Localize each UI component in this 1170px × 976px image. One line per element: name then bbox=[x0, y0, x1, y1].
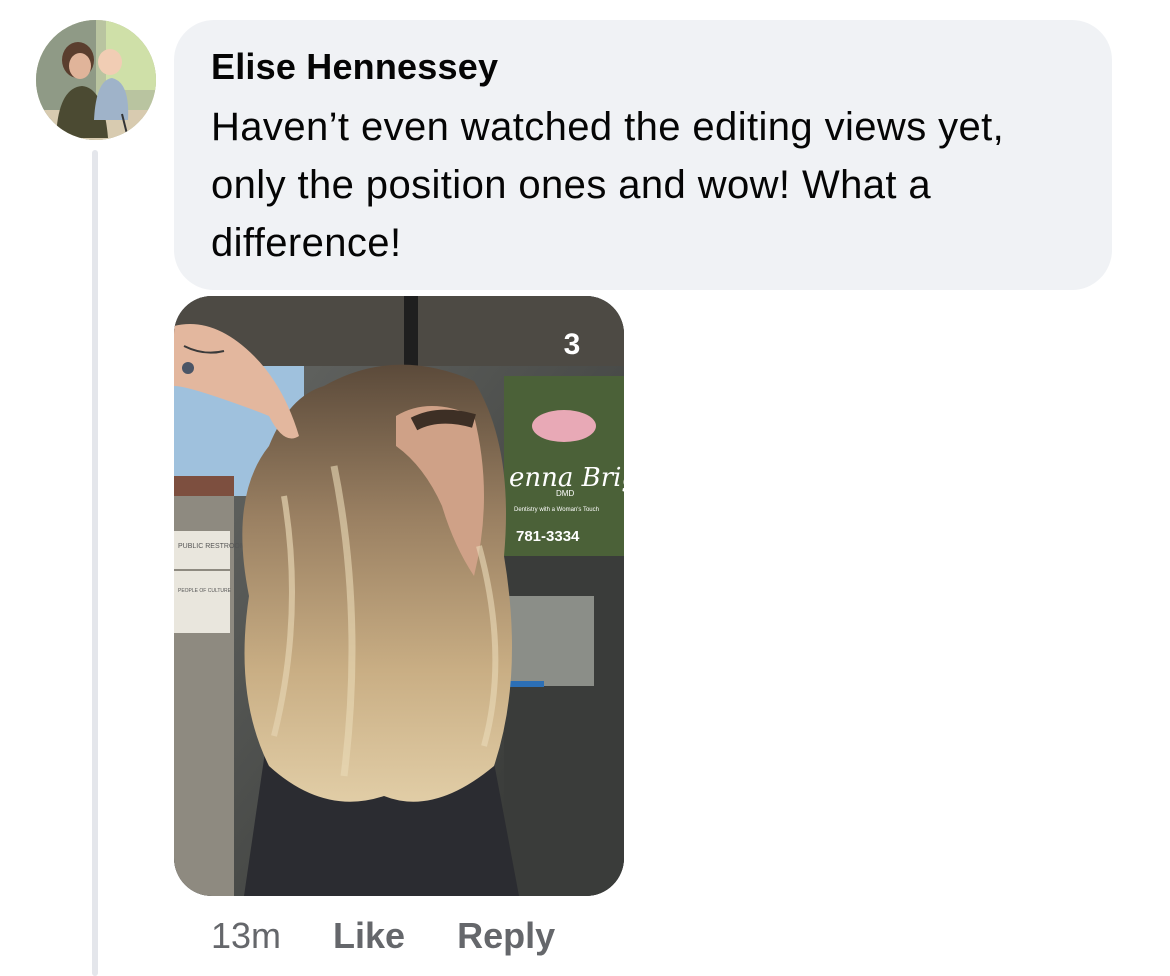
side-sign-top: PUBLIC RESTROOMS bbox=[178, 543, 251, 550]
avatar-photo bbox=[36, 20, 156, 140]
comment-author-name[interactable]: Elise Hennessey bbox=[211, 46, 1076, 88]
comment-timestamp[interactable]: 13m bbox=[211, 915, 281, 957]
side-sign-bottom: PEOPLE OF CULTURE bbox=[178, 588, 232, 594]
comment-action-bar: 13m Like Reply bbox=[211, 912, 607, 960]
salon-hair-photo: 3 enna Brigh DMD Dentistry with a Woman'… bbox=[174, 296, 624, 896]
reply-button[interactable]: Reply bbox=[457, 915, 555, 957]
comment-thread-line bbox=[92, 150, 98, 976]
comment-attached-photo[interactable]: 3 enna Brigh DMD Dentistry with a Woman'… bbox=[174, 296, 624, 896]
author-avatar[interactable] bbox=[36, 20, 156, 140]
sign-subtext: DMD bbox=[556, 489, 574, 498]
comment-bubble: Elise Hennessey Haven’t even watched the… bbox=[174, 20, 1112, 290]
sign-tagline: Dentistry with a Woman's Touch bbox=[514, 507, 599, 513]
comment-text: Haven’t even watched the editing views y… bbox=[211, 105, 1005, 265]
like-button[interactable]: Like bbox=[333, 915, 405, 957]
sign-phone: 781-3334 bbox=[516, 528, 580, 545]
window-number: 3 bbox=[564, 328, 581, 361]
